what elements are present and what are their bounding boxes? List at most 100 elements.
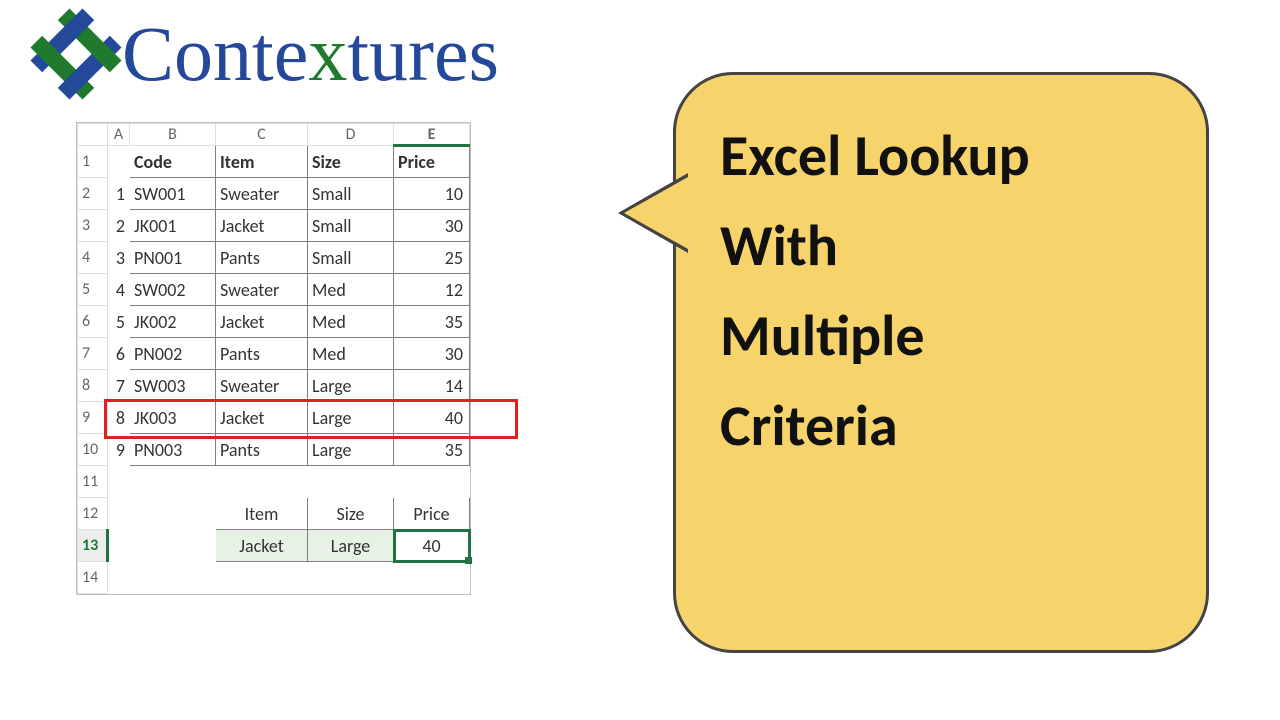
cell[interactable]: Small — [308, 178, 394, 210]
cell[interactable]: 30 — [394, 210, 470, 242]
cell[interactable]: 10 — [394, 178, 470, 210]
cell[interactable]: Sweater — [216, 178, 308, 210]
select-all-corner[interactable] — [78, 124, 108, 146]
lookup-th-size[interactable]: Size — [308, 498, 394, 530]
cell[interactable]: 4 — [108, 274, 130, 306]
cell[interactable]: JK001 — [130, 210, 216, 242]
row-head[interactable]: 14 — [78, 562, 108, 594]
th-code[interactable]: Code — [130, 146, 216, 178]
cell[interactable] — [108, 498, 130, 530]
th-size[interactable]: Size — [308, 146, 394, 178]
lookup-th-item[interactable]: Item — [216, 498, 308, 530]
sheet-row: 3 2 JK001 Jacket Small 30 — [78, 210, 470, 242]
sheet-row: 10 9 PN003 Pants Large 35 — [78, 434, 470, 466]
row-head[interactable]: 6 — [78, 306, 108, 338]
cell[interactable]: Med — [308, 274, 394, 306]
sheet-row: 6 5 JK002 Jacket Med 35 — [78, 306, 470, 338]
cell[interactable] — [130, 498, 216, 530]
cell[interactable]: 30 — [394, 338, 470, 370]
row-head[interactable]: 7 — [78, 338, 108, 370]
col-head-D[interactable]: D — [308, 124, 394, 146]
cell[interactable]: Large — [308, 402, 394, 434]
row-head[interactable]: 3 — [78, 210, 108, 242]
cell[interactable] — [130, 530, 216, 562]
cell[interactable]: Med — [308, 338, 394, 370]
cell[interactable]: 6 — [108, 338, 130, 370]
cell[interactable]: JK002 — [130, 306, 216, 338]
sheet-row: 9 8 JK003 Jacket Large 40 — [78, 402, 470, 434]
cell[interactable]: JK003 — [130, 402, 216, 434]
cell[interactable]: Large — [308, 434, 394, 466]
lookup-item[interactable]: Jacket — [216, 530, 308, 562]
cell[interactable]: 12 — [394, 274, 470, 306]
lookup-price-selected[interactable]: 40 — [394, 530, 470, 562]
cell[interactable]: 8 — [108, 402, 130, 434]
row-head[interactable]: 10 — [78, 434, 108, 466]
cell[interactable] — [130, 466, 216, 498]
cell[interactable] — [108, 530, 130, 562]
cell[interactable] — [394, 466, 470, 498]
sheet-row: 7 6 PN002 Pants Med 30 — [78, 338, 470, 370]
cell[interactable] — [308, 562, 394, 594]
cell[interactable]: 25 — [394, 242, 470, 274]
cell[interactable]: SW003 — [130, 370, 216, 402]
col-head-E[interactable]: E — [394, 124, 470, 146]
row-head[interactable]: 5 — [78, 274, 108, 306]
cell[interactable]: Jacket — [216, 210, 308, 242]
row-head[interactable]: 4 — [78, 242, 108, 274]
th-price[interactable]: Price — [394, 146, 470, 178]
row-head[interactable]: 8 — [78, 370, 108, 402]
col-head-C[interactable]: C — [216, 124, 308, 146]
row-head[interactable]: 12 — [78, 498, 108, 530]
lookup-th-price[interactable]: Price — [394, 498, 470, 530]
cell[interactable]: 35 — [394, 434, 470, 466]
row-head[interactable]: 1 — [78, 146, 108, 178]
cell[interactable]: Sweater — [216, 370, 308, 402]
cell[interactable]: Small — [308, 210, 394, 242]
brand-name: Contextures — [122, 9, 499, 99]
col-head-A[interactable]: A — [108, 124, 130, 146]
cell[interactable]: Small — [308, 242, 394, 274]
cell[interactable]: 35 — [394, 306, 470, 338]
cell[interactable]: 7 — [108, 370, 130, 402]
cell[interactable] — [308, 466, 394, 498]
brand-name-post: tures — [347, 10, 499, 97]
cell[interactable]: Med — [308, 306, 394, 338]
cell[interactable] — [216, 562, 308, 594]
th-item[interactable]: Item — [216, 146, 308, 178]
cell[interactable]: Sweater — [216, 274, 308, 306]
cell[interactable] — [108, 146, 130, 178]
cell[interactable] — [394, 562, 470, 594]
cell[interactable]: 1 — [108, 178, 130, 210]
cell[interactable]: 3 — [108, 242, 130, 274]
cell[interactable]: 14 — [394, 370, 470, 402]
cell[interactable]: Pants — [216, 434, 308, 466]
cell[interactable]: Jacket — [216, 402, 308, 434]
row-head[interactable]: 13 — [78, 530, 108, 562]
cell[interactable] — [216, 466, 308, 498]
column-header-row: A B C D E — [78, 124, 470, 146]
cell[interactable]: 2 — [108, 210, 130, 242]
cell[interactable]: 40 — [394, 402, 470, 434]
col-head-B[interactable]: B — [130, 124, 216, 146]
cell[interactable]: 5 — [108, 306, 130, 338]
cell[interactable]: PN002 — [130, 338, 216, 370]
cell[interactable] — [108, 466, 130, 498]
cell[interactable] — [130, 562, 216, 594]
callout-text: Excel Lookup With Multiple Criteria — [676, 75, 1206, 507]
row-head[interactable]: 11 — [78, 466, 108, 498]
cell[interactable]: Pants — [216, 338, 308, 370]
cell[interactable]: PN001 — [130, 242, 216, 274]
cell[interactable]: PN003 — [130, 434, 216, 466]
cell[interactable]: Pants — [216, 242, 308, 274]
cell[interactable]: 9 — [108, 434, 130, 466]
cell[interactable]: Large — [308, 370, 394, 402]
cell[interactable]: SW001 — [130, 178, 216, 210]
lookup-size[interactable]: Large — [308, 530, 394, 562]
cell[interactable]: Jacket — [216, 306, 308, 338]
row-head[interactable]: 9 — [78, 402, 108, 434]
cell[interactable] — [108, 562, 130, 594]
sheet-row: 2 1 SW001 Sweater Small 10 — [78, 178, 470, 210]
cell[interactable]: SW002 — [130, 274, 216, 306]
row-head[interactable]: 2 — [78, 178, 108, 210]
